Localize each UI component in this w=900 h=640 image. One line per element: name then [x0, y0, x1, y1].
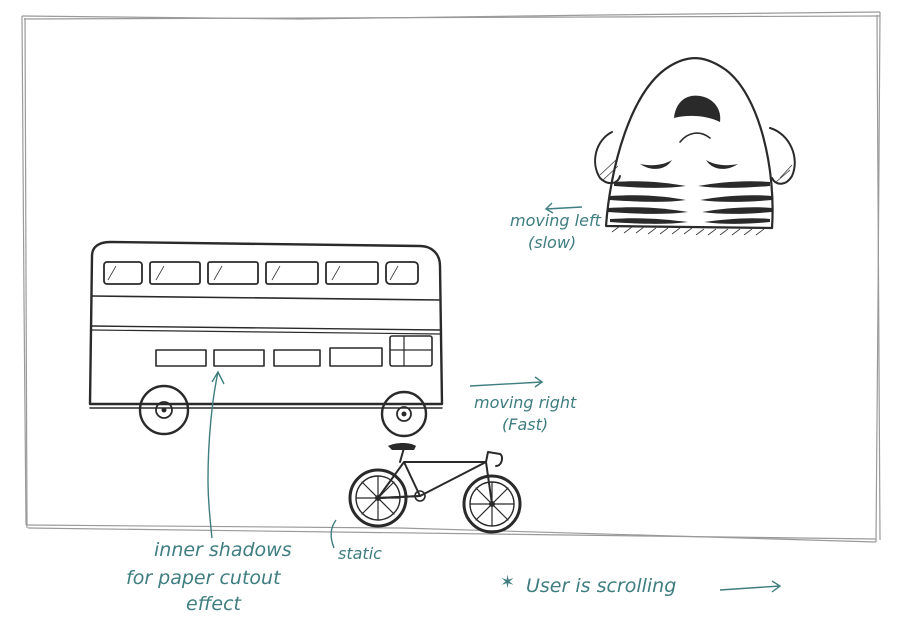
moving-left-speed-label: (slow): [528, 233, 576, 252]
moving-right-annotation: moving right (Fast): [469, 376, 577, 434]
moving-left-annotation: moving left (slow): [510, 202, 602, 252]
inner-shadows-label-line3: effect: [186, 593, 243, 615]
inner-shadows-label-line1: inner shadows: [154, 539, 292, 561]
moving-right-speed-label: (Fast): [502, 415, 548, 434]
moving-right-label: moving right: [474, 393, 577, 412]
arrow-right-icon: [469, 376, 544, 388]
moving-left-label: moving left: [510, 211, 602, 230]
scroll-arrow-right-icon: [719, 580, 782, 593]
sketch-svg: moving left (slow) moving right (Fast) s…: [21, 11, 881, 615]
user-scrolling-annotation: ✶ User is scrolling: [500, 572, 782, 597]
beard-stripes: [608, 181, 772, 224]
ear-hatching: [599, 159, 793, 183]
upper-windows: [103, 261, 419, 285]
lower-windows: [155, 335, 433, 367]
inner-shadows-label-line2: for paper cutout: [126, 567, 282, 589]
dome-character: [594, 57, 796, 236]
star-icon: ✶: [500, 572, 515, 593]
base-hatching: [605, 225, 773, 236]
right-eye: [706, 160, 738, 169]
bus-wheel-rear: [380, 390, 428, 438]
forehead-shape: [674, 95, 721, 122]
static-label: static: [338, 544, 382, 563]
user-scrolling-label: User is scrolling: [526, 575, 676, 597]
sketch-canvas: moving left (slow) moving right (Fast) s…: [0, 0, 900, 636]
double-decker-bus: [88, 240, 444, 438]
bus-wheel-front: [138, 384, 190, 436]
bicycle: [348, 443, 522, 534]
left-eye: [640, 160, 672, 169]
